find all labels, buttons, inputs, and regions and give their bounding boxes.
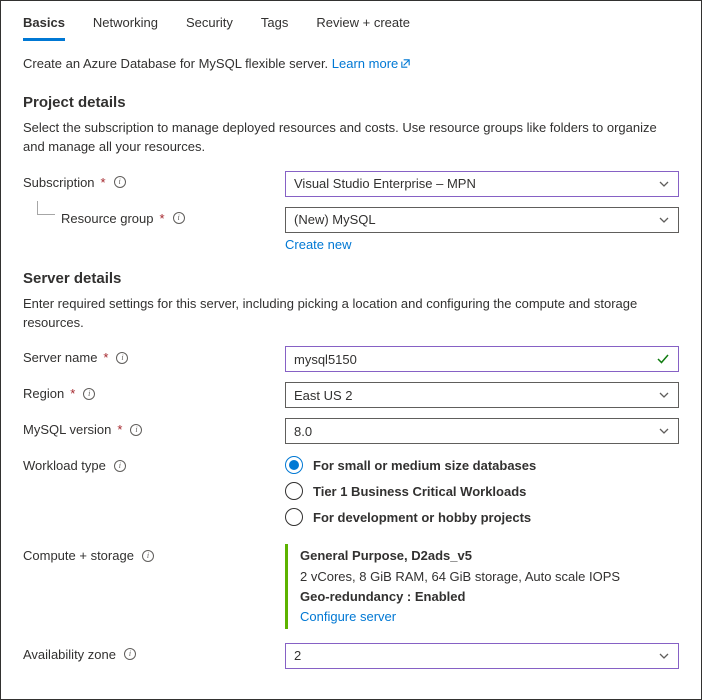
configure-server-link[interactable]: Configure server xyxy=(300,607,679,627)
server-name-input[interactable]: mysql5150 xyxy=(285,346,679,372)
intro-sentence: Create an Azure Database for MySQL flexi… xyxy=(23,56,332,71)
server-name-label: Server name* i xyxy=(23,346,285,365)
radio-icon xyxy=(285,508,303,526)
mysql-version-select[interactable]: 8.0 xyxy=(285,418,679,444)
region-label: Region* i xyxy=(23,382,285,401)
create-new-resource-group-link[interactable]: Create new xyxy=(285,237,679,252)
info-icon[interactable]: i xyxy=(124,648,136,660)
mysql-version-value: 8.0 xyxy=(294,424,312,439)
radio-icon xyxy=(285,456,303,474)
info-icon[interactable]: i xyxy=(116,352,128,364)
chevron-down-icon xyxy=(658,214,670,226)
radio-icon xyxy=(285,482,303,500)
subscription-value: Visual Studio Enterprise – MPN xyxy=(294,176,476,191)
resource-group-select[interactable]: (New) MySQL xyxy=(285,207,679,233)
resource-group-value: (New) MySQL xyxy=(294,212,376,227)
tab-security[interactable]: Security xyxy=(186,9,233,41)
external-link-icon xyxy=(400,57,411,72)
chevron-down-icon xyxy=(658,178,670,190)
info-icon[interactable]: i xyxy=(173,212,185,224)
section-project-title: Project details xyxy=(23,94,679,111)
chevron-down-icon xyxy=(658,389,670,401)
hierarchy-line-icon xyxy=(37,201,55,215)
workload-type-label: Workload type i xyxy=(23,454,285,473)
region-select[interactable]: East US 2 xyxy=(285,382,679,408)
workload-option-dev-label: For development or hobby projects xyxy=(313,510,531,525)
info-icon[interactable]: i xyxy=(114,460,126,472)
compute-geo: Geo-redundancy : Enabled xyxy=(300,587,679,607)
subscription-select[interactable]: Visual Studio Enterprise – MPN xyxy=(285,171,679,197)
tab-review-create[interactable]: Review + create xyxy=(316,9,410,41)
mysql-version-label: MySQL version* i xyxy=(23,418,285,437)
subscription-label: Subscription* i xyxy=(23,171,285,190)
availability-zone-value: 2 xyxy=(294,648,301,663)
region-value: East US 2 xyxy=(294,388,353,403)
intro-text: Create an Azure Database for MySQL flexi… xyxy=(23,56,679,72)
availability-zone-select[interactable]: 2 xyxy=(285,643,679,669)
info-icon[interactable]: i xyxy=(83,388,95,400)
workload-option-dev[interactable]: For development or hobby projects xyxy=(285,508,679,526)
chevron-down-icon xyxy=(658,650,670,662)
availability-zone-label: Availability zone i xyxy=(23,643,285,662)
workload-option-small-label: For small or medium size databases xyxy=(313,458,536,473)
workload-option-small[interactable]: For small or medium size databases xyxy=(285,456,679,474)
server-name-value: mysql5150 xyxy=(294,352,357,367)
tab-tags[interactable]: Tags xyxy=(261,9,288,41)
info-icon[interactable]: i xyxy=(130,424,142,436)
section-server-title: Server details xyxy=(23,270,679,287)
compute-sku: General Purpose, D2ads_v5 xyxy=(300,546,679,566)
section-server-desc: Enter required settings for this server,… xyxy=(23,295,679,333)
compute-storage-summary: General Purpose, D2ads_v5 2 vCores, 8 Gi… xyxy=(285,544,679,629)
workload-option-tier1-label: Tier 1 Business Critical Workloads xyxy=(313,484,526,499)
tab-basics[interactable]: Basics xyxy=(23,9,65,41)
learn-more-link[interactable]: Learn more xyxy=(332,56,411,71)
section-project-desc: Select the subscription to manage deploy… xyxy=(23,119,679,157)
info-icon[interactable]: i xyxy=(114,176,126,188)
compute-storage-label: Compute + storage i xyxy=(23,544,285,563)
resource-group-label: Resource group* i xyxy=(23,207,285,226)
workload-option-tier1[interactable]: Tier 1 Business Critical Workloads xyxy=(285,482,679,500)
tab-strip: Basics Networking Security Tags Review +… xyxy=(23,9,679,42)
info-icon[interactable]: i xyxy=(142,550,154,562)
check-icon xyxy=(656,352,670,366)
chevron-down-icon xyxy=(658,425,670,437)
tab-networking[interactable]: Networking xyxy=(93,9,158,41)
compute-detail: 2 vCores, 8 GiB RAM, 64 GiB storage, Aut… xyxy=(300,567,679,587)
